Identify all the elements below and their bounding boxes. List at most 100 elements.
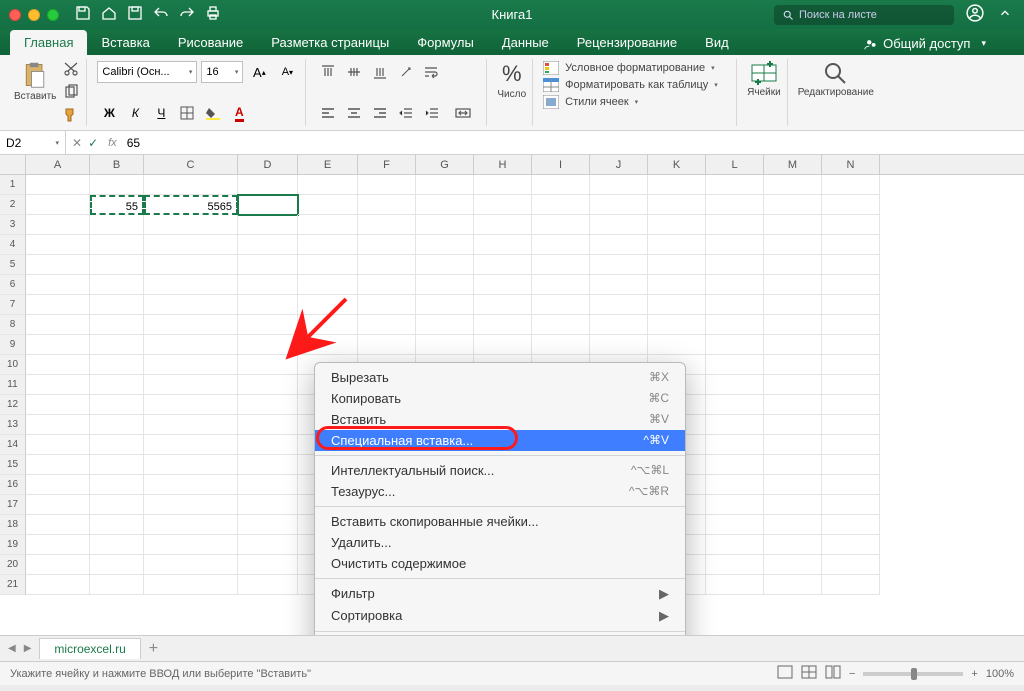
cell[interactable] [416, 235, 474, 255]
row-header[interactable]: 8 [0, 315, 26, 335]
fill-color-button[interactable] [201, 102, 225, 124]
cells-button[interactable]: Ячейки [747, 61, 781, 98]
cell[interactable] [706, 575, 764, 595]
row-header[interactable]: 13 [0, 415, 26, 435]
row-header[interactable]: 6 [0, 275, 26, 295]
column-header[interactable]: G [416, 155, 474, 174]
cell[interactable] [648, 275, 706, 295]
cell[interactable] [706, 455, 764, 475]
cell[interactable] [238, 295, 298, 315]
tab-review[interactable]: Рецензирование [563, 30, 691, 55]
cell[interactable] [532, 255, 590, 275]
cell[interactable] [26, 475, 90, 495]
cell[interactable] [416, 175, 474, 195]
cell[interactable] [238, 575, 298, 595]
cell[interactable] [238, 355, 298, 375]
cell[interactable] [144, 535, 238, 555]
cell[interactable] [26, 575, 90, 595]
row-header[interactable]: 18 [0, 515, 26, 535]
increase-font-icon[interactable]: A▴ [247, 61, 271, 83]
cell[interactable] [298, 175, 358, 195]
cell[interactable] [26, 275, 90, 295]
align-center-icon[interactable] [342, 102, 366, 124]
save2-icon[interactable] [127, 5, 143, 24]
cell[interactable] [822, 555, 880, 575]
cell[interactable] [706, 175, 764, 195]
cell[interactable] [144, 475, 238, 495]
cell[interactable] [90, 415, 144, 435]
number-format-button[interactable]: % Число [497, 61, 526, 100]
cell[interactable] [764, 495, 822, 515]
cell[interactable] [706, 555, 764, 575]
orientation-icon[interactable] [394, 61, 418, 83]
copy-icon[interactable] [62, 84, 80, 105]
cell[interactable] [822, 575, 880, 595]
cell[interactable] [706, 315, 764, 335]
wrap-text-icon[interactable] [420, 61, 444, 83]
cell[interactable] [298, 255, 358, 275]
share-button[interactable]: Общий доступ ▾ [856, 32, 994, 55]
cell[interactable] [822, 315, 880, 335]
view-pagebreak-icon[interactable] [825, 665, 841, 682]
cell[interactable] [144, 255, 238, 275]
cell-styles-button[interactable]: Стили ячеек▾ [543, 95, 730, 109]
cell[interactable] [26, 235, 90, 255]
sheet-search[interactable]: Поиск на листе [774, 5, 954, 25]
cell[interactable] [90, 535, 144, 555]
save-icon[interactable] [75, 5, 91, 24]
cell[interactable] [822, 495, 880, 515]
cell[interactable] [416, 275, 474, 295]
cell[interactable] [590, 175, 648, 195]
cell[interactable] [238, 495, 298, 515]
cell[interactable] [764, 295, 822, 315]
cell[interactable] [764, 415, 822, 435]
view-normal-icon[interactable] [777, 665, 793, 682]
context-menu-item[interactable]: Удалить... [315, 532, 685, 553]
cell[interactable] [822, 275, 880, 295]
cell[interactable] [238, 455, 298, 475]
cell[interactable] [144, 415, 238, 435]
cell[interactable] [26, 435, 90, 455]
cell[interactable] [26, 455, 90, 475]
cell[interactable] [90, 255, 144, 275]
conditional-format-button[interactable]: Условное форматирование▾ [543, 61, 730, 75]
cell[interactable] [706, 415, 764, 435]
cell[interactable] [26, 535, 90, 555]
cell[interactable] [26, 495, 90, 515]
column-header[interactable]: F [358, 155, 416, 174]
zoom-window[interactable] [47, 9, 59, 21]
cell[interactable] [590, 195, 648, 215]
cell[interactable] [822, 535, 880, 555]
cut-icon[interactable] [62, 61, 80, 82]
cell[interactable] [474, 215, 532, 235]
cell[interactable] [532, 215, 590, 235]
zoom-out-button[interactable]: − [849, 668, 855, 680]
cell[interactable] [90, 215, 144, 235]
cell[interactable] [764, 555, 822, 575]
cell[interactable] [238, 415, 298, 435]
cell[interactable] [822, 395, 880, 415]
cell[interactable] [238, 375, 298, 395]
cell[interactable] [648, 315, 706, 335]
cell[interactable] [358, 235, 416, 255]
column-header[interactable]: H [474, 155, 532, 174]
underline-button[interactable]: Ч [149, 102, 173, 124]
sheet-nav-next[interactable]: ▶ [24, 643, 32, 654]
cell[interactable] [822, 375, 880, 395]
cell[interactable] [358, 175, 416, 195]
cell[interactable]: 5565 [144, 195, 238, 215]
cell[interactable] [532, 235, 590, 255]
cell[interactable] [474, 195, 532, 215]
row-header[interactable]: 2 [0, 195, 26, 215]
column-header[interactable]: E [298, 155, 358, 174]
cell[interactable] [822, 175, 880, 195]
cell[interactable] [474, 255, 532, 275]
font-size-select[interactable]: 16▾ [201, 61, 243, 83]
cell[interactable] [822, 515, 880, 535]
cell[interactable] [144, 495, 238, 515]
cell[interactable] [26, 515, 90, 535]
row-header[interactable]: 19 [0, 535, 26, 555]
cell[interactable] [358, 275, 416, 295]
context-menu-item[interactable]: Вырезать⌘X [315, 367, 685, 388]
cell[interactable] [238, 235, 298, 255]
